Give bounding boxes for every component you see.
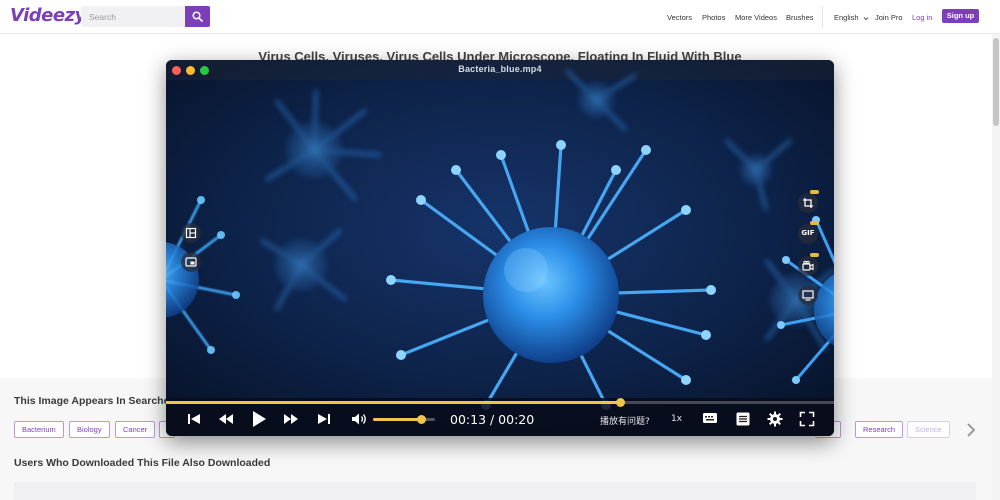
volume-button[interactable] bbox=[350, 410, 368, 428]
rewind-icon bbox=[219, 414, 233, 424]
nav-brushes[interactable]: Brushes bbox=[786, 13, 814, 22]
record-button[interactable] bbox=[798, 256, 818, 276]
playlist-icon bbox=[736, 412, 750, 426]
playback-help-link[interactable]: 播放有问题? bbox=[600, 414, 650, 427]
subtitle-button[interactable] bbox=[701, 410, 719, 428]
playback-speed-button[interactable]: 1x bbox=[671, 414, 682, 424]
picture-in-picture-icon bbox=[185, 257, 197, 267]
seek-bar-fill bbox=[166, 401, 621, 404]
tag-cancer[interactable]: Cancer bbox=[115, 421, 156, 438]
nav-photos[interactable]: Photos bbox=[702, 13, 725, 22]
nav-join-pro[interactable]: Join Pro bbox=[875, 13, 903, 22]
gif-button[interactable]: GIF bbox=[798, 224, 818, 244]
play-button[interactable] bbox=[249, 409, 269, 429]
language-label: English bbox=[834, 13, 859, 22]
skip-previous-button[interactable] bbox=[185, 410, 203, 428]
layout-icon bbox=[185, 227, 197, 239]
tag-research[interactable]: Research bbox=[855, 421, 904, 438]
settings-button[interactable] bbox=[766, 410, 784, 428]
fullscreen-icon bbox=[799, 411, 815, 427]
nav-vectors[interactable]: Vectors bbox=[667, 13, 692, 22]
vip-badge bbox=[810, 190, 819, 194]
seek-bar-handle[interactable] bbox=[615, 398, 625, 407]
thumbnail-strip bbox=[14, 482, 976, 500]
gif-label: GIF bbox=[801, 229, 815, 237]
search-bar bbox=[81, 6, 210, 27]
volume-slider-fill bbox=[373, 418, 422, 421]
page-scrollbar[interactable] bbox=[992, 34, 1000, 500]
gear-icon bbox=[767, 411, 783, 427]
skip-previous-icon bbox=[188, 414, 200, 424]
top-nav: Videezy Vectors Photos More Videos Brush… bbox=[0, 0, 1000, 34]
playlist-button[interactable] bbox=[734, 410, 752, 428]
vip-badge bbox=[810, 221, 819, 225]
tag-bacterium[interactable]: Bacterium bbox=[14, 421, 64, 438]
time-display: 00:13 / 00:20 bbox=[450, 412, 535, 427]
search-icon bbox=[192, 11, 203, 22]
volume-slider-handle[interactable] bbox=[416, 415, 426, 424]
nav-login[interactable]: Log in bbox=[912, 13, 932, 22]
crop-icon bbox=[803, 198, 813, 208]
volume-icon bbox=[352, 413, 366, 425]
skip-next-button[interactable] bbox=[315, 410, 333, 428]
vip-badge bbox=[810, 253, 819, 257]
fast-forward-icon bbox=[284, 414, 298, 424]
crop-button[interactable] bbox=[798, 193, 818, 213]
tag-biology[interactable]: Biology bbox=[69, 421, 110, 438]
fast-forward-button[interactable] bbox=[282, 410, 300, 428]
searches-heading: This Image Appears In Searches bbox=[14, 395, 176, 407]
video-frame[interactable] bbox=[166, 60, 834, 436]
screen-icon bbox=[802, 290, 814, 301]
seek-bar[interactable] bbox=[166, 398, 834, 407]
language-selector[interactable]: English bbox=[834, 13, 869, 22]
play-icon bbox=[253, 411, 266, 427]
search-button[interactable] bbox=[185, 6, 210, 27]
volume-slider[interactable] bbox=[373, 415, 435, 424]
video-file-title: Bacteria_blue.mp4 bbox=[458, 64, 542, 74]
fullscreen-button[interactable] bbox=[798, 410, 816, 428]
signup-button[interactable]: Sign up bbox=[942, 9, 979, 23]
chevron-down-icon bbox=[863, 16, 869, 20]
layout-button[interactable] bbox=[181, 223, 201, 243]
rewind-button[interactable] bbox=[217, 410, 235, 428]
chevron-right-icon[interactable] bbox=[964, 422, 978, 438]
videezy-logo[interactable]: Videezy bbox=[10, 5, 86, 26]
picture-in-picture-button[interactable] bbox=[181, 252, 201, 272]
search-input[interactable] bbox=[81, 6, 185, 27]
nav-more-videos[interactable]: More Videos bbox=[735, 13, 777, 22]
cast-button[interactable] bbox=[798, 285, 818, 305]
tag-science[interactable]: Science bbox=[907, 421, 950, 438]
video-player-window[interactable]: Bacteria_blue.mp4 GIF 00:13 / 00:20 播放有问… bbox=[166, 60, 834, 436]
skip-next-icon bbox=[318, 414, 330, 424]
subtitle-icon bbox=[703, 413, 717, 423]
nav-divider bbox=[822, 6, 823, 28]
downloads-heading: Users Who Downloaded This File Also Down… bbox=[14, 457, 271, 469]
video-camera-icon bbox=[802, 260, 814, 271]
